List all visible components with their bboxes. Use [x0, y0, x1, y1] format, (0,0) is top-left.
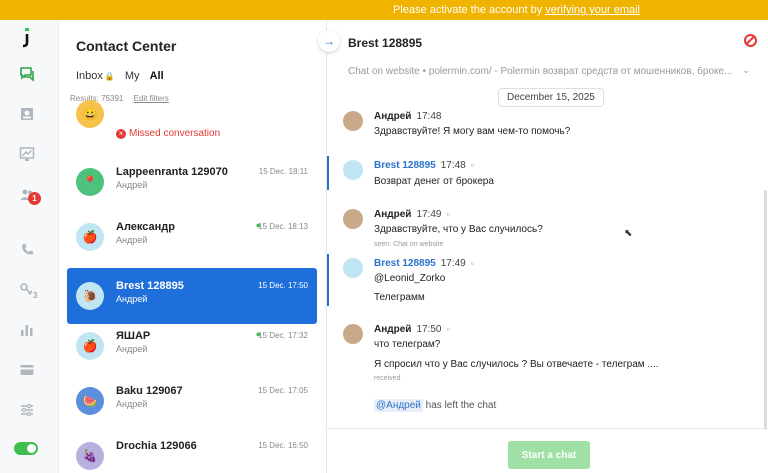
agent-avatar [343, 324, 363, 344]
tab-inbox[interactable]: Inbox 🔒 [76, 70, 115, 82]
chat-title: Brest 128895 [348, 36, 423, 50]
message: Андрей 17:49 ▫ Здравствуйте, что у Вас слу… [327, 209, 757, 249]
snail-icon: 🐌 [76, 282, 104, 310]
chat-bubble-icon: ▫ [470, 258, 474, 268]
verify-email-link[interactable]: verifying your email [545, 4, 640, 16]
chats-icon[interactable] [17, 64, 37, 84]
list-item[interactable]: 🍎 Александр Андрей ● 15 Dec. 18:13 [67, 209, 317, 265]
agent-avatar [343, 111, 363, 131]
list-item[interactable]: 🍎 ЯШАР Андрей ● 15 Dec. 17:32 [67, 318, 317, 374]
apple-icon: 🍎 [76, 223, 104, 251]
billing-icon[interactable] [17, 360, 37, 380]
contact-list-panel: Contact Center Inbox 🔒 My All Results: 75… [59, 20, 327, 473]
arrow-right-icon[interactable]: → [318, 30, 340, 52]
chat-scrollbar[interactable] [764, 190, 767, 430]
activation-banner: Please activate the account by verifying… [0, 0, 768, 20]
message: Brest 128895 17:48 ▫ Возврат денег от брок… [327, 156, 757, 190]
tab-my[interactable]: My [125, 70, 140, 82]
list-title: Contact Center [76, 38, 177, 54]
banner-text: Please activate the account by [393, 4, 543, 16]
lock-icon: 🔒 [104, 71, 115, 81]
mouse-cursor-icon: ⬉ [624, 228, 633, 239]
mention-tag[interactable]: @Андрей [374, 399, 423, 412]
chat-bubble-icon: ▫ [446, 324, 450, 334]
grape-icon: 🍇 [76, 442, 104, 470]
app-logo-icon[interactable] [17, 28, 37, 48]
list-item[interactable]: 📍 Lappeenranta 129070 Андрей 15 Dec. 18:… [67, 154, 317, 210]
integrations-count: 3 [33, 291, 38, 300]
contacts-icon[interactable] [17, 104, 37, 124]
apple-icon: 🍎 [76, 332, 104, 360]
list-item[interactable]: 😀 × Missed conversation [67, 100, 317, 154]
block-icon[interactable] [744, 34, 757, 47]
system-message: @Андрей has left the chat [374, 399, 497, 412]
list-item[interactable]: 🍇 Drochia 129066 15 Dec. 16:50 [67, 428, 317, 473]
left-rail: 1 3 [0, 20, 59, 473]
phone-icon[interactable] [17, 240, 37, 260]
message: Андрей 17:50 ▫ что телеграм? Я спросил что… [327, 324, 757, 384]
list-tabs: Inbox 🔒 My All [76, 70, 174, 82]
agent-avatar [343, 209, 363, 229]
analytics-icon[interactable] [17, 320, 37, 340]
date-separator: December 15, 2025 [498, 88, 604, 107]
snail-avatar-icon [343, 258, 363, 278]
emoji-avatar-icon: 😀 [76, 100, 104, 128]
settings-sliders-icon[interactable] [17, 400, 37, 420]
chat-panel: → Brest 128895 Chat on website • polermi… [318, 20, 768, 473]
start-chat-button[interactable]: Start a chat [508, 441, 590, 469]
chat-bubble-icon: ▫ [446, 209, 450, 219]
chat-bubble-icon: ▫ [470, 160, 474, 170]
chat-source: Chat on website • polermin.com/ - Polerm… [348, 66, 733, 77]
list-item-selected[interactable]: 🐌 Brest 128895 Андрей 15 Dec. 17:50 [67, 268, 317, 324]
missed-icon: × [116, 128, 126, 139]
missed-conversation: × Missed conversation [116, 128, 220, 139]
chevron-down-icon[interactable]: ⌄ [742, 65, 750, 76]
list-item[interactable]: 🍉 Baku 129067 Андрей 15 Dec. 17:05 [67, 373, 317, 429]
message: Андрей 17:48 Здравствуйте! Я могу вам чем… [327, 111, 757, 141]
edit-filters-link[interactable]: Edit filters [134, 94, 169, 103]
map-pin-icon: 📍 [76, 168, 104, 196]
online-toggle[interactable] [14, 442, 38, 455]
reports-icon[interactable] [17, 144, 37, 164]
chat-footer: Start a chat [327, 428, 768, 473]
message: Brest 128895 17:49 ▫ @Leonid_Zorko Телегра… [327, 254, 757, 308]
tab-all[interactable]: All [150, 70, 164, 82]
snail-avatar-icon [343, 160, 363, 180]
team-badge: 1 [28, 192, 41, 205]
watermelon-icon: 🍉 [76, 387, 104, 415]
